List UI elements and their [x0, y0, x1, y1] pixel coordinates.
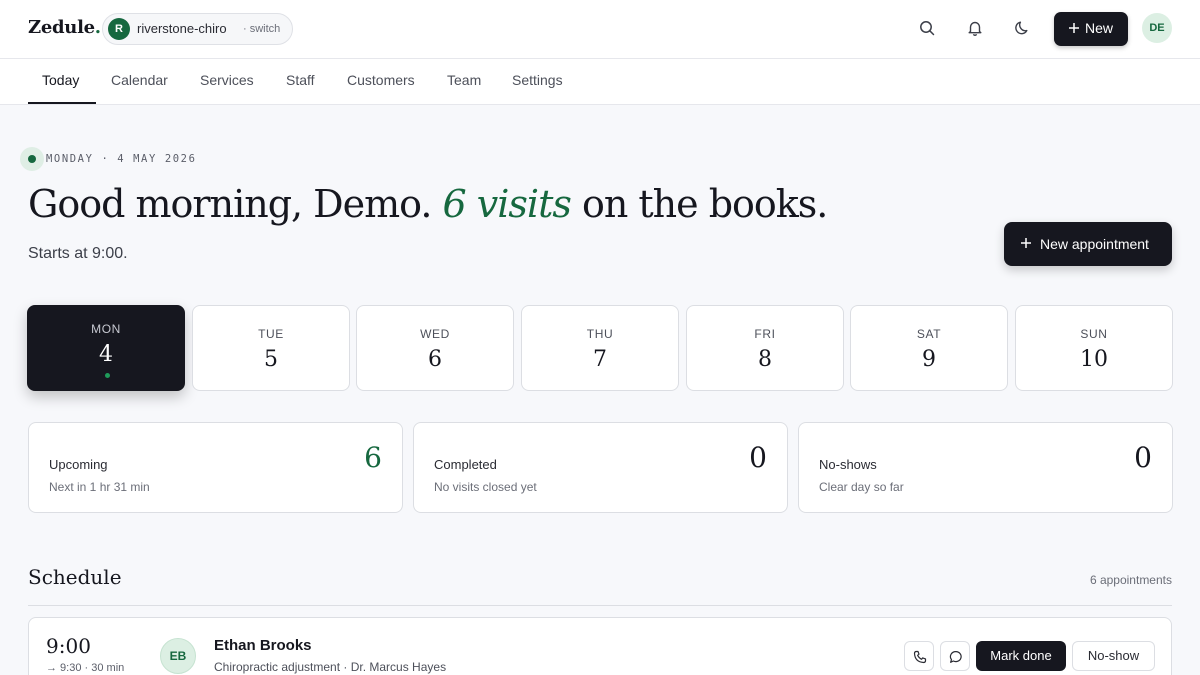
day-name: SAT [916, 327, 942, 341]
appointment-time: 9:00 [46, 634, 91, 658]
greeting: Good morning, Demo. [28, 182, 432, 226]
stat-completed: Completed No visits closed yet 0 [413, 422, 788, 513]
plus-icon [1021, 238, 1031, 248]
moon-icon [1015, 21, 1028, 35]
new-button-label: New [1085, 20, 1114, 36]
search-button[interactable] [916, 17, 938, 39]
appointment-row[interactable]: 9:00 → 9:30 · 30 min EB Ethan Brooks Chi… [28, 617, 1172, 675]
tab-staff[interactable]: Staff [286, 72, 315, 88]
schedule-title: Schedule [28, 565, 122, 589]
mark-done-button[interactable]: Mark done [976, 641, 1066, 671]
logo-dot: . [94, 17, 101, 38]
day-name: TUE [258, 327, 284, 341]
nav-tabs: Today Calendar Services Staff Customers … [0, 59, 1200, 105]
stat-description: Next in 1 hr 31 min [49, 480, 150, 494]
notifications-button[interactable] [964, 17, 986, 39]
theme-toggle[interactable] [1012, 17, 1034, 39]
workspace-switcher[interactable]: R riverstone-chiro · switch [102, 13, 293, 45]
day-fri[interactable]: FRI 8 [686, 305, 844, 391]
new-button[interactable]: New [1054, 12, 1128, 46]
bell-icon [968, 21, 982, 37]
workspace-switch-label: · switch [243, 23, 281, 35]
day-number: 7 [593, 347, 607, 372]
start-time-text: Starts at 9:00. [28, 245, 128, 262]
day-name: FRI [754, 327, 776, 341]
divider [28, 605, 1172, 606]
stat-value: 6 [364, 441, 382, 474]
day-name: WED [420, 327, 450, 341]
new-appointment-label: New appointment [1040, 236, 1149, 252]
top-bar: Zedule. R riverstone-chiro · switch New … [0, 0, 1200, 59]
page-title: Good morning, Demo. 6 visits on the book… [28, 182, 828, 226]
stat-title: Completed [434, 457, 497, 472]
stat-upcoming: Upcoming Next in 1 hr 31 min 6 [28, 422, 403, 513]
stat-description: Clear day so far [819, 480, 904, 494]
active-tab-indicator [28, 102, 96, 104]
stat-description: No visits closed yet [434, 480, 537, 494]
date-text: MONDAY · 4 MAY 2026 [46, 153, 197, 165]
day-number: 6 [428, 347, 442, 372]
call-button[interactable] [904, 641, 934, 671]
live-dot-icon [20, 147, 44, 171]
day-tue[interactable]: TUE 5 [192, 305, 350, 391]
today-dot-icon [105, 373, 110, 378]
day-number: 4 [99, 342, 113, 367]
appointment-count: 6 appointments [1089, 573, 1172, 587]
stat-title: Upcoming [49, 457, 108, 472]
appointment-range: → 9:30 · 30 min [46, 662, 125, 674]
day-name: MON [91, 322, 121, 336]
day-name: THU [586, 327, 614, 341]
customer-avatar: EB [160, 638, 196, 674]
day-thu[interactable]: THU 7 [521, 305, 679, 391]
logo-text: Zedule [28, 17, 95, 38]
search-icon [920, 21, 935, 36]
chat-icon [949, 651, 962, 663]
tab-customers[interactable]: Customers [347, 72, 415, 88]
new-appointment-button[interactable]: New appointment [1004, 222, 1172, 266]
logo[interactable]: Zedule. [28, 17, 101, 38]
tab-services[interactable]: Services [200, 72, 254, 88]
no-show-button[interactable]: No-show [1072, 641, 1155, 671]
day-mon[interactable]: MON 4 [27, 305, 185, 391]
message-button[interactable] [940, 641, 970, 671]
day-number: 9 [922, 347, 936, 372]
user-avatar[interactable]: DE [1142, 13, 1172, 43]
visits-count: 6 visits [442, 182, 572, 226]
customer-name[interactable]: Ethan Brooks [214, 637, 312, 654]
day-number: 10 [1080, 347, 1108, 372]
stat-value: 0 [749, 441, 767, 474]
greeting-suffix: on the books. [581, 182, 828, 226]
day-number: 5 [264, 347, 278, 372]
appointment-service: Chiropractic adjustment · Dr. Marcus Hay… [214, 660, 447, 674]
stat-value: 0 [1134, 441, 1152, 474]
tab-calendar[interactable]: Calendar [111, 72, 168, 88]
day-sun[interactable]: SUN 10 [1015, 305, 1173, 391]
day-number: 8 [758, 347, 772, 372]
day-wed[interactable]: WED 6 [356, 305, 514, 391]
day-name: SUN [1080, 327, 1108, 341]
stat-no-shows: No-shows Clear day so far 0 [798, 422, 1173, 513]
stat-title: No-shows [819, 457, 877, 472]
tab-settings[interactable]: Settings [512, 72, 563, 88]
plus-icon [1069, 23, 1079, 33]
tab-today[interactable]: Today [42, 72, 79, 88]
workspace-name: riverstone-chiro [137, 21, 227, 36]
workspace-avatar: R [108, 18, 130, 40]
day-sat[interactable]: SAT 9 [850, 305, 1008, 391]
tab-team[interactable]: Team [447, 72, 481, 88]
phone-icon [913, 650, 927, 664]
